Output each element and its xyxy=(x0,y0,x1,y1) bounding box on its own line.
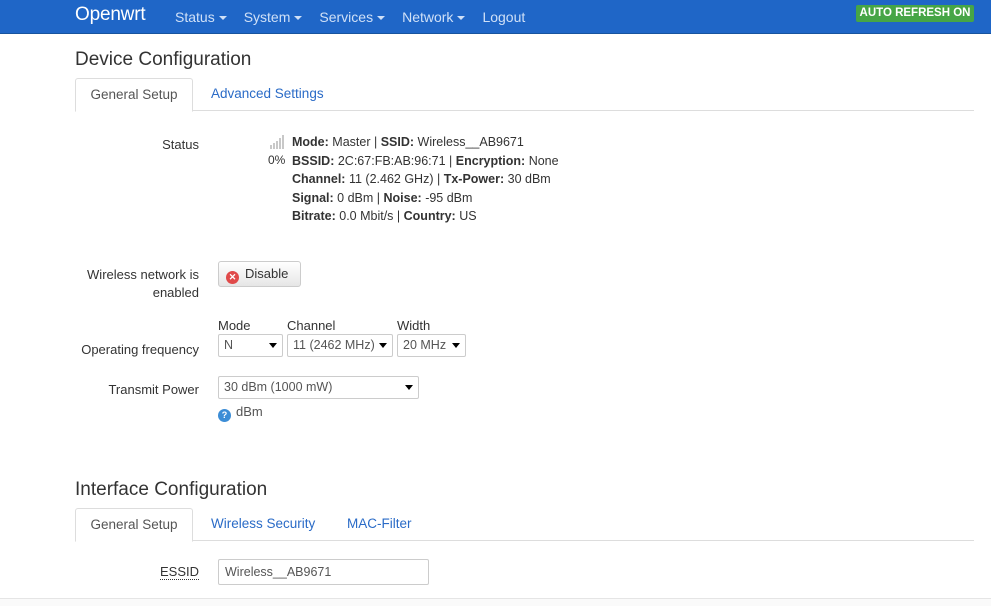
chevron-down-icon xyxy=(457,16,466,21)
device-config-title: Device Configuration xyxy=(75,49,252,70)
interface-config-title: Interface Configuration xyxy=(75,479,268,500)
tab-interface-general-setup[interactable]: General Setup xyxy=(75,508,193,542)
channel-select[interactable]: 11 (2462 MHz) xyxy=(287,334,393,357)
brand-logo[interactable]: Openwrt xyxy=(75,4,146,26)
menu-status-label: Status xyxy=(175,9,215,25)
status-line-mode: Mode: Master | SSID: Wireless__AB9671 xyxy=(292,135,524,149)
interface-tabs: General Setup Wireless Security MAC-Filt… xyxy=(75,508,974,542)
status-line-bitrate: Bitrate: 0.0 Mbit/s | Country: US xyxy=(292,209,477,223)
auto-refresh-badge[interactable]: AUTO REFRESH ON xyxy=(856,5,974,22)
page-bottom-divider xyxy=(0,598,991,606)
wireless-status-info: Mode: Master | SSID: Wireless__AB9671 BS… xyxy=(292,133,559,226)
dropdown-arrow-icon xyxy=(379,343,387,348)
device-tabs: General Setup Advanced Settings xyxy=(75,78,974,112)
menu-system[interactable]: System xyxy=(244,9,303,25)
main-menu: Status System Services Network Logout xyxy=(175,0,542,34)
mode-select[interactable]: N xyxy=(218,334,283,357)
menu-status[interactable]: Status xyxy=(175,9,227,25)
disable-button-label: Disable xyxy=(245,266,289,281)
channel-label: Channel xyxy=(287,318,336,333)
transmit-power-label: Transmit Power xyxy=(108,382,199,397)
dropdown-arrow-icon xyxy=(405,385,413,390)
width-label: Width xyxy=(397,318,431,333)
top-navbar: Openwrt Status System Services Network L… xyxy=(0,0,991,34)
status-line-signal: Signal: 0 dBm | Noise: -95 dBm xyxy=(292,190,473,205)
status-line-channel: Channel: 11 (2.462 GHz) | Tx-Power: 30 d… xyxy=(292,172,551,186)
disable-button[interactable]: ✕ Disable xyxy=(218,261,301,287)
tab-advanced-settings[interactable]: Advanced Settings xyxy=(211,78,324,111)
tab-mac-filter[interactable]: MAC-Filter xyxy=(347,508,412,541)
transmit-power-help: ? dBm xyxy=(218,404,263,422)
menu-services[interactable]: Services xyxy=(319,9,386,25)
status-label: Status xyxy=(162,137,199,152)
menu-services-label: Services xyxy=(319,9,374,25)
chevron-down-icon xyxy=(377,16,386,21)
wireless-enabled-label: Wireless network is enabled xyxy=(87,267,199,300)
menu-logout[interactable]: Logout xyxy=(482,9,525,25)
transmit-power-select[interactable]: 30 dBm (1000 mW) xyxy=(218,376,419,399)
operating-frequency-label: Operating frequency xyxy=(81,342,199,357)
chevron-down-icon xyxy=(294,16,303,21)
dropdown-arrow-icon xyxy=(269,343,277,348)
signal-strength-icon xyxy=(270,135,285,149)
tab-wireless-security[interactable]: Wireless Security xyxy=(211,508,315,541)
chevron-down-icon xyxy=(218,16,227,21)
signal-percent: 0% xyxy=(268,153,286,167)
tab-general-setup[interactable]: General Setup xyxy=(75,78,193,112)
status-line-bssid: BSSID: 2C:67:FB:AB:96:71 | Encryption: N… xyxy=(292,153,559,168)
close-circle-icon: ✕ xyxy=(226,271,239,284)
help-icon: ? xyxy=(218,409,231,422)
menu-network[interactable]: Network xyxy=(402,9,466,25)
mode-label: Mode xyxy=(218,318,251,333)
dropdown-arrow-icon xyxy=(452,343,460,348)
menu-network-label: Network xyxy=(402,9,454,25)
essid-input[interactable]: Wireless__AB9671 xyxy=(218,559,429,585)
width-select[interactable]: 20 MHz xyxy=(397,334,466,357)
menu-system-label: System xyxy=(243,9,291,25)
essid-label: ESSID xyxy=(160,564,200,580)
